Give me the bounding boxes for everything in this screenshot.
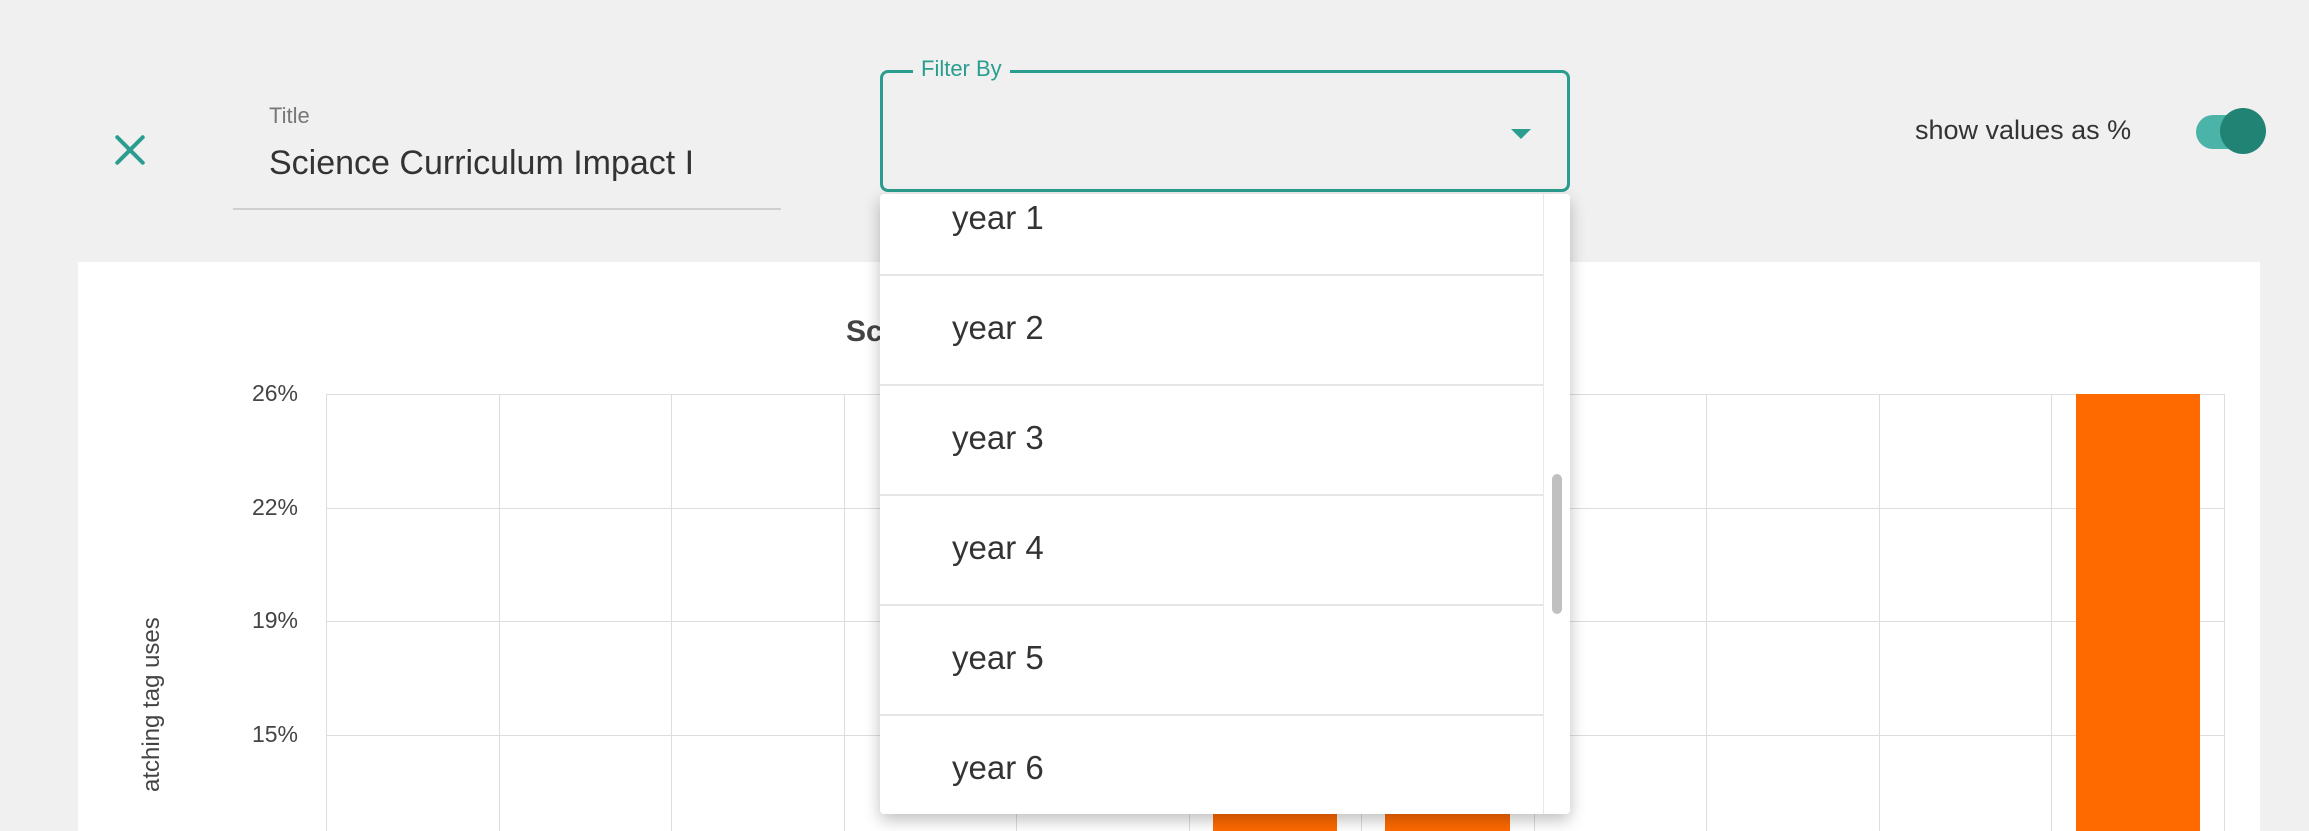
chart-title: Sc [846, 315, 883, 348]
chart-bar[interactable] [2075, 394, 2200, 831]
y-tick-label: 26% [251, 380, 298, 406]
dropdown-option[interactable]: year 1 [880, 194, 1544, 276]
gridline-vertical [2051, 394, 2053, 831]
filter-by-label: Filter By [913, 56, 1010, 82]
close-button[interactable] [108, 128, 152, 172]
dropdown-option-label: year 1 [952, 199, 1044, 236]
gridline-vertical [326, 394, 327, 831]
y-tick-label: 19% [251, 607, 298, 633]
dropdown-scrollbar-thumb[interactable] [1552, 474, 1562, 614]
dropdown-arrow-icon[interactable] [1511, 129, 1531, 139]
toggle-knob[interactable] [2220, 108, 2266, 154]
gridline-vertical [2224, 394, 2225, 831]
gridline-vertical [671, 394, 673, 831]
dropdown-option[interactable]: year 5 [880, 606, 1544, 716]
dropdown-option[interactable]: year 4 [880, 496, 1544, 606]
title-label: Title [269, 103, 310, 128]
y-axis-label: atching tag uses [138, 617, 165, 792]
show-values-percent-toggle[interactable] [2196, 108, 2266, 154]
gridline-vertical [498, 394, 500, 831]
dropdown-option[interactable]: year 3 [880, 386, 1544, 496]
dropdown-option[interactable]: year 6 [880, 716, 1544, 814]
filter-dropdown-menu[interactable]: year 1 year 2 year 3 year 4 year 5 year 6 [880, 194, 1570, 814]
dropdown-option-label: year 2 [952, 309, 1044, 346]
gridline-vertical [1878, 394, 1880, 831]
title-field[interactable]: Title Science Curriculum Impact I [233, 100, 781, 210]
title-input-value[interactable]: Science Curriculum Impact I [269, 144, 759, 183]
dropdown-option-label: year 4 [952, 529, 1044, 566]
filter-by-select[interactable]: Filter By [880, 56, 1570, 192]
y-tick-label: 22% [251, 494, 298, 520]
gridline-vertical [1706, 394, 1708, 831]
dropdown-option-label: year 6 [952, 749, 1044, 786]
dropdown-option[interactable]: year 2 [880, 276, 1544, 386]
show-values-percent-label: show values as % [1915, 115, 2132, 145]
gridline-vertical [843, 394, 845, 831]
dropdown-option-label: year 3 [952, 419, 1044, 456]
y-tick-label: 15% [251, 721, 298, 747]
dropdown-scrollbar[interactable] [1543, 194, 1570, 814]
dropdown-option-label: year 5 [952, 639, 1044, 676]
